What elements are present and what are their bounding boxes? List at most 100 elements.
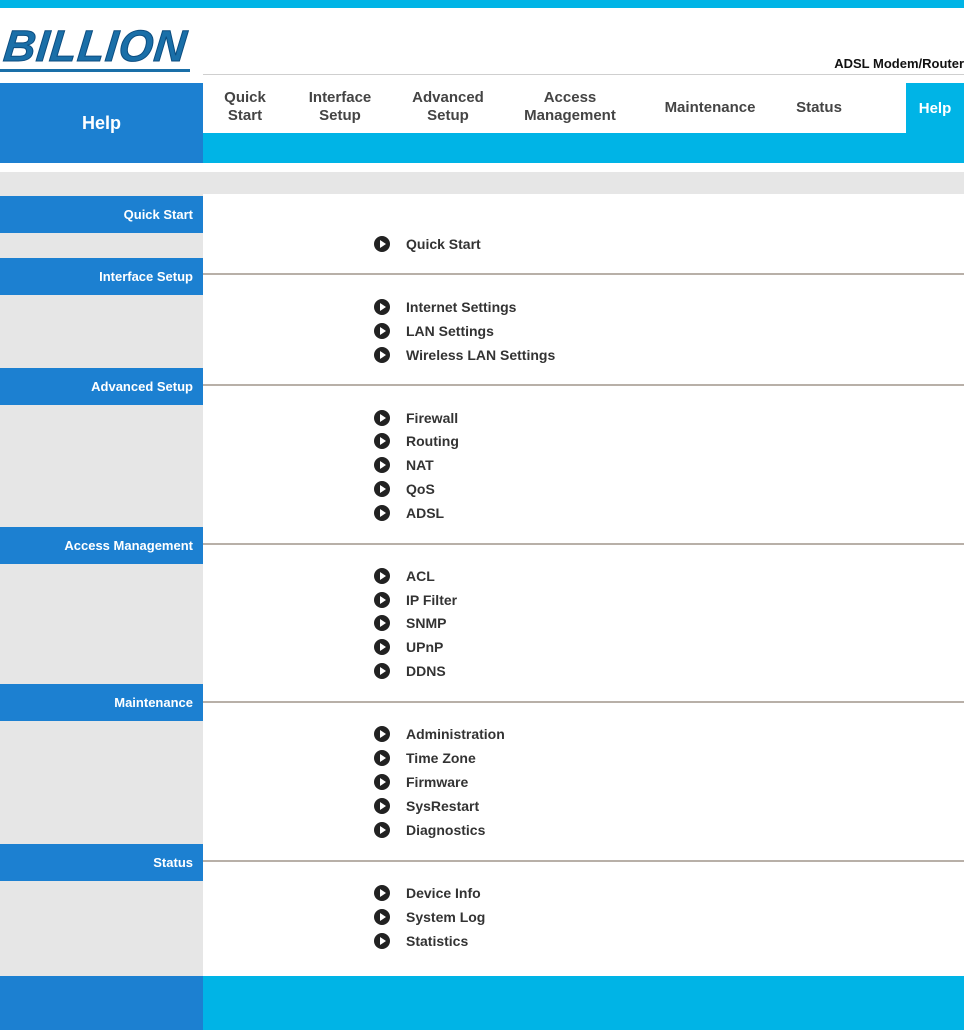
arrow-circle-icon	[374, 639, 390, 655]
logo-underline	[0, 69, 190, 72]
link-internet-settings[interactable]: Internet Settings	[374, 297, 516, 317]
link-ip-filter[interactable]: IP Filter	[374, 590, 457, 610]
arrow-circle-icon	[374, 347, 390, 363]
nav-help[interactable]: Help	[906, 83, 964, 133]
link-label: Firewall	[406, 410, 459, 426]
link-label: SNMP	[406, 615, 447, 631]
product-name: ADSL Modem/Router	[834, 56, 964, 71]
nav-status[interactable]: Status	[789, 99, 849, 117]
section-advanced-setup: Advanced Setup	[0, 368, 203, 405]
header-divider	[203, 74, 964, 75]
nav-maintenance-label: Maintenance	[664, 99, 756, 116]
arrow-circle-icon	[374, 299, 390, 315]
link-upnp[interactable]: UPnP	[374, 637, 443, 657]
nav-quick-start-label: Quick Start	[224, 89, 266, 124]
nav-access-management[interactable]: Access Management	[515, 89, 625, 125]
arrow-circle-icon	[374, 822, 390, 838]
section-interface-setup: Interface Setup	[0, 258, 203, 295]
link-quick-start[interactable]: Quick Start	[374, 234, 481, 254]
link-label: System Log	[406, 909, 486, 925]
link-label: UPnP	[406, 639, 444, 655]
link-device-info[interactable]: Device Info	[374, 883, 481, 903]
link-label: Firmware	[406, 774, 469, 790]
arrow-circle-icon	[374, 774, 390, 790]
link-label: Statistics	[406, 933, 469, 949]
section-divider	[203, 273, 964, 275]
arrow-circle-icon	[374, 236, 390, 252]
link-administration[interactable]: Administration	[374, 724, 505, 744]
link-acl[interactable]: ACL	[374, 566, 435, 586]
section-divider	[203, 701, 964, 703]
link-label: ACL	[406, 568, 435, 584]
link-nat[interactable]: NAT	[374, 455, 434, 475]
link-label: IP Filter	[406, 592, 458, 608]
arrow-circle-icon	[374, 798, 390, 814]
link-snmp[interactable]: SNMP	[374, 613, 446, 633]
link-ddns[interactable]: DDNS	[374, 661, 446, 681]
link-label: Wireless LAN Settings	[406, 347, 556, 363]
section-status: Status	[0, 844, 203, 881]
nav-help-label: Help	[918, 99, 952, 117]
top-accent-bar	[0, 0, 964, 8]
arrow-circle-icon	[374, 933, 390, 949]
arrow-circle-icon	[374, 505, 390, 521]
link-label: Time Zone	[406, 750, 476, 766]
arrow-circle-icon	[374, 457, 390, 473]
link-lan-settings[interactable]: LAN Settings	[374, 321, 494, 341]
footer-left-block	[0, 976, 203, 1030]
link-diagnostics[interactable]: Diagnostics	[374, 820, 485, 840]
link-wireless-lan-settings[interactable]: Wireless LAN Settings	[374, 345, 555, 365]
link-routing[interactable]: Routing	[374, 431, 459, 451]
link-label: LAN Settings	[406, 323, 494, 339]
arrow-circle-icon	[374, 750, 390, 766]
nav-access-management-label: Access Management	[524, 89, 616, 124]
arrow-circle-icon	[374, 663, 390, 679]
nav-interface-setup[interactable]: Interface Setup	[301, 89, 379, 125]
section-divider	[203, 543, 964, 545]
section-divider	[203, 384, 964, 386]
main-nav: Quick Start Interface Setup Advanced Set…	[203, 83, 964, 133]
link-label: Quick Start	[406, 236, 481, 252]
nav-advanced-setup[interactable]: Advanced Setup	[405, 89, 491, 125]
link-sysrestart[interactable]: SysRestart	[374, 796, 479, 816]
link-qos[interactable]: QoS	[374, 479, 435, 499]
arrow-circle-icon	[374, 726, 390, 742]
arrow-circle-icon	[374, 433, 390, 449]
link-firewall[interactable]: Firewall	[374, 408, 458, 428]
nav-status-label: Status	[796, 99, 842, 116]
sub-nav-bar	[203, 133, 964, 163]
billion-logo: BILLION	[1, 22, 190, 72]
section-access-management: Access Management	[0, 527, 203, 564]
link-statistics[interactable]: Statistics	[374, 931, 468, 951]
content-top-bar	[0, 172, 964, 194]
nav-interface-setup-label: Interface Setup	[308, 89, 372, 124]
link-label: ADSL	[406, 505, 445, 521]
link-label: SysRestart	[406, 798, 480, 814]
link-label: Routing	[406, 433, 459, 449]
link-label: Diagnostics	[406, 822, 486, 838]
nav-quick-start[interactable]: Quick Start	[219, 89, 271, 125]
arrow-circle-icon	[374, 410, 390, 426]
link-time-zone[interactable]: Time Zone	[374, 748, 476, 768]
link-adsl[interactable]: ADSL	[374, 503, 444, 523]
arrow-circle-icon	[374, 481, 390, 497]
arrow-circle-icon	[374, 592, 390, 608]
section-maintenance: Maintenance	[0, 684, 203, 721]
link-label: NAT	[406, 457, 434, 473]
arrow-circle-icon	[374, 909, 390, 925]
section-divider	[203, 860, 964, 862]
link-label: DDNS	[406, 663, 446, 679]
link-firmware[interactable]: Firmware	[374, 772, 468, 792]
arrow-circle-icon	[374, 885, 390, 901]
link-label: Administration	[406, 726, 505, 742]
nav-advanced-setup-label: Advanced Setup	[412, 89, 484, 124]
arrow-circle-icon	[374, 323, 390, 339]
footer-bar	[203, 976, 964, 1030]
link-label: QoS	[406, 481, 435, 497]
arrow-circle-icon	[374, 568, 390, 584]
page-title: Help	[0, 83, 203, 163]
section-quick-start: Quick Start	[0, 196, 203, 233]
link-system-log[interactable]: System Log	[374, 907, 485, 927]
arrow-circle-icon	[374, 615, 390, 631]
nav-maintenance[interactable]: Maintenance	[655, 99, 765, 117]
